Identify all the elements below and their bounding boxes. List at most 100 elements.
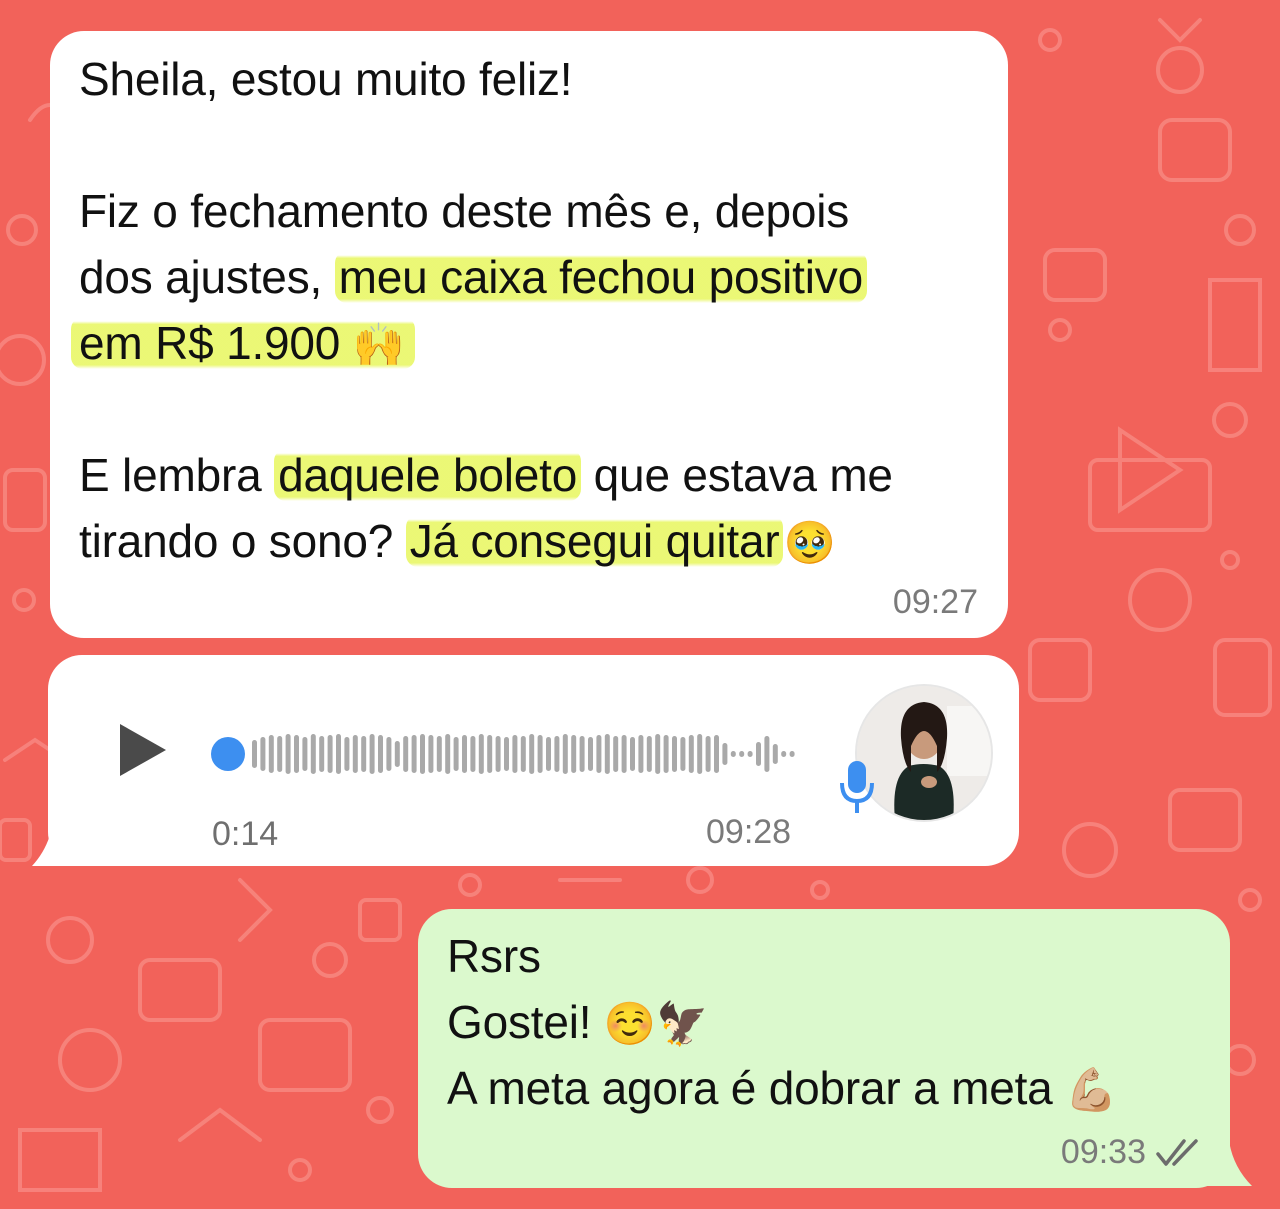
waveform-bar	[646, 736, 652, 772]
waveform-bar	[596, 735, 602, 773]
waveform-bar	[436, 736, 442, 772]
waveform-bar	[756, 742, 761, 766]
smiling-face-eagle-emoji: ☺️🦅	[603, 1000, 709, 1047]
waveform-bar	[747, 751, 753, 757]
highlighted-text: Já consegui quitar	[405, 515, 784, 567]
text-segment: tirando o sono?	[79, 515, 406, 567]
outgoing-message-bubble: Rsrs Gostei! ☺️🦅 A meta agora é dobrar a…	[418, 909, 1230, 1188]
waveform-bar	[411, 735, 417, 773]
waveform-bar	[680, 737, 686, 771]
waveform-bar	[663, 735, 669, 773]
incoming-message-bubble: Sheila, estou muito feliz! Fiz o fechame…	[50, 31, 1008, 638]
waveform-bar	[428, 735, 434, 773]
message-line: Fiz o fechamento deste mês e, depois	[79, 185, 850, 237]
waveform-bar	[638, 735, 644, 773]
waveform-bar	[554, 736, 560, 772]
waveform-bar	[336, 734, 341, 774]
message-timestamp: 09:27	[892, 583, 978, 621]
highlighted-text: daquele boleto	[274, 449, 582, 501]
double-check-icon	[1156, 1139, 1198, 1166]
waveform-bar	[277, 736, 283, 772]
avatar[interactable]	[857, 686, 991, 820]
waveform-bar	[504, 737, 509, 771]
avatar-photo	[857, 686, 991, 820]
message-timestamp: 09:33	[1060, 1133, 1146, 1171]
waveform-bar	[546, 737, 551, 771]
waveform-bar	[781, 751, 787, 757]
waveform-bar	[344, 737, 350, 771]
outgoing-message-text: Rsrs Gostei! ☺️🦅 A meta agora é dobrar a…	[447, 923, 1117, 1121]
waveform-bar	[478, 734, 484, 774]
waveform-bar	[361, 736, 367, 772]
pleading-face-emoji: 🥹	[783, 519, 836, 566]
message-line: Rsrs	[447, 930, 541, 982]
waveform-bar	[672, 736, 677, 772]
flexed-biceps-emoji: 💪🏼	[1065, 1066, 1118, 1113]
message-line: tirando o sono? Já consegui quitar🥹	[79, 508, 893, 574]
waveform-bar	[621, 735, 627, 773]
waveform-bar	[403, 736, 409, 772]
waveform-bar	[697, 734, 703, 774]
waveform-bar	[378, 735, 383, 773]
message-line: dos ajustes, meu caixa fechou positivo	[79, 244, 893, 310]
waveform-bar	[369, 734, 375, 774]
waveform-bar	[688, 735, 694, 773]
waveform-bar	[487, 735, 493, 773]
waveform-bar	[520, 736, 526, 772]
waveform-bar	[730, 751, 736, 757]
waveform-bar	[327, 735, 333, 773]
text-segment: E lembra	[79, 449, 275, 501]
waveform-bar	[613, 736, 619, 772]
waveform-bar	[562, 734, 568, 774]
voice-duration: 0:14	[212, 815, 279, 853]
waveform-bar	[512, 735, 518, 773]
waveform-bar	[294, 735, 299, 773]
highlighted-text: meu caixa fechou positivo	[334, 251, 867, 303]
waveform-bar	[420, 734, 425, 774]
text-segment: em R$ 1.900	[79, 317, 341, 369]
microphone-icon	[840, 761, 874, 813]
waveform-bar	[739, 751, 745, 757]
waveform-bar	[394, 741, 400, 767]
raising-hands-emoji: 🙌	[352, 321, 405, 368]
highlighted-text: em R$ 1.900 🙌	[71, 317, 415, 369]
text-segment: Gostei!	[447, 996, 604, 1048]
waveform-bar	[260, 737, 266, 771]
waveform-bar	[453, 737, 459, 771]
message-line: A meta agora é dobrar a meta 💪🏼	[447, 1055, 1117, 1121]
waveform-bar	[252, 740, 257, 768]
waveform-bar	[445, 734, 451, 774]
voice-waveform[interactable]	[208, 728, 808, 780]
message-timestamp: 09:28	[706, 813, 792, 851]
text-segment: que estava me	[581, 449, 893, 501]
waveform-bar	[772, 744, 778, 764]
waveform-bar	[302, 737, 308, 771]
waveform-bar	[789, 751, 795, 757]
waveform-bar	[722, 743, 728, 765]
waveform-bar	[604, 734, 610, 774]
text-segment: dos ajustes,	[79, 251, 335, 303]
waveform-bar	[571, 735, 577, 773]
waveform-bar	[529, 734, 535, 774]
waveform-bar	[386, 737, 392, 771]
waveform-bar	[579, 736, 585, 772]
waveform-bar	[470, 736, 476, 772]
waveform-bar	[352, 735, 358, 773]
waveform-bar	[655, 734, 661, 774]
waveform-bar	[630, 737, 635, 771]
waveform-bar	[319, 736, 325, 772]
text-segment: A meta agora é dobrar a meta	[447, 1062, 1066, 1114]
waveform-bar	[495, 736, 501, 772]
waveform-bar	[764, 736, 770, 772]
message-line: em R$ 1.900 🙌	[71, 310, 893, 376]
waveform-bar	[705, 736, 711, 772]
waveform-bar	[462, 735, 467, 773]
waveform-bar	[537, 735, 543, 773]
incoming-message-text: Sheila, estou muito feliz! Fiz o fechame…	[71, 46, 893, 574]
message-line: Sheila, estou muito feliz!	[79, 53, 573, 105]
waveform-bar	[268, 735, 274, 773]
waveform-bar	[714, 735, 719, 773]
message-line: E lembra daquele boleto que estava me	[79, 442, 893, 508]
waveform-bar	[310, 734, 316, 774]
play-icon[interactable]	[120, 724, 166, 776]
